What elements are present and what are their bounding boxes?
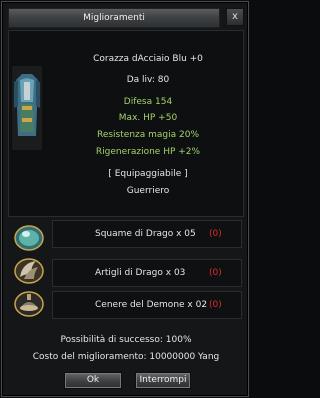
material-row: Squame di Drago x 05 (0) (52, 220, 242, 248)
item-equippable: [ Equipaggiabile ] (108, 169, 188, 179)
item-stat-defense: Difesa 154 (123, 97, 173, 107)
window-title[interactable]: Miglioramenti (8, 8, 220, 28)
close-button[interactable]: x (226, 8, 244, 26)
upgrade-cost: Costo del miglioramento: 10000000 Yang (32, 352, 220, 362)
material-name: Cenere del Demone x 02 (95, 300, 208, 310)
success-chance: Possibilità di successo: 100% (60, 335, 192, 345)
material-owned-count: (0) (209, 268, 222, 278)
item-stat-hp-regen: Rigenerazione HP +2% (95, 147, 201, 157)
item-stat-max-hp: Max. HP +50 (118, 113, 178, 123)
material-owned-count: (0) (209, 300, 222, 310)
dragon-claw-icon[interactable] (12, 255, 46, 287)
dragon-scale-icon[interactable] (12, 222, 46, 254)
item-level: Da liv: 80 (126, 75, 170, 85)
item-class: Guerriero (126, 186, 170, 196)
demon-ash-icon[interactable] (12, 288, 46, 320)
upgrade-window: Miglioramenti x Corazza dAcciaio Blu +0 … (1, 1, 249, 397)
cancel-button[interactable]: Interrompi (135, 372, 191, 389)
material-owned-count: (0) (209, 229, 222, 239)
material-row: Cenere del Demone x 02 (0) (52, 291, 242, 319)
item-stat-magic-resist: Resistenza magia 20% (96, 130, 199, 140)
material-name: Squame di Drago x 05 (95, 229, 196, 239)
ok-button[interactable]: Ok (64, 372, 122, 389)
blue-steel-armor-icon[interactable] (12, 66, 42, 150)
material-name: Artigli di Drago x 03 (95, 268, 186, 278)
item-name: Corazza dAcciaio Blu +0 (93, 54, 203, 64)
material-row: Artigli di Drago x 03 (0) (52, 259, 242, 287)
